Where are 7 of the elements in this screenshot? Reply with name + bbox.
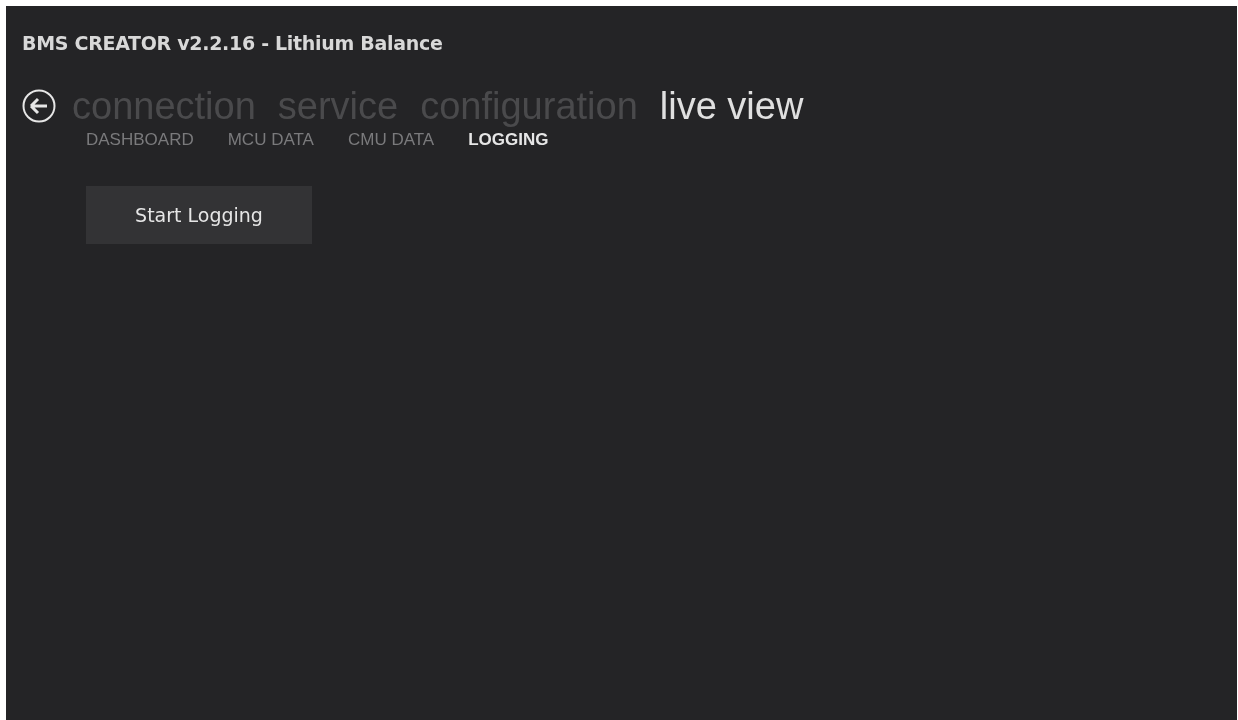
sub-tab[interactable]: MCU DATA	[227, 130, 314, 150]
sub-tab[interactable]: DASHBOARD	[86, 130, 194, 150]
sub-tab[interactable]: LOGGING	[468, 130, 549, 150]
nav-tab[interactable]: live view	[659, 84, 804, 128]
window-title: BMS CREATOR v2.2.16 - Lithium Balance	[22, 32, 444, 54]
start-logging-button[interactable]: Start Logging	[86, 186, 312, 244]
sub-tab[interactable]: CMU DATA	[347, 130, 435, 150]
